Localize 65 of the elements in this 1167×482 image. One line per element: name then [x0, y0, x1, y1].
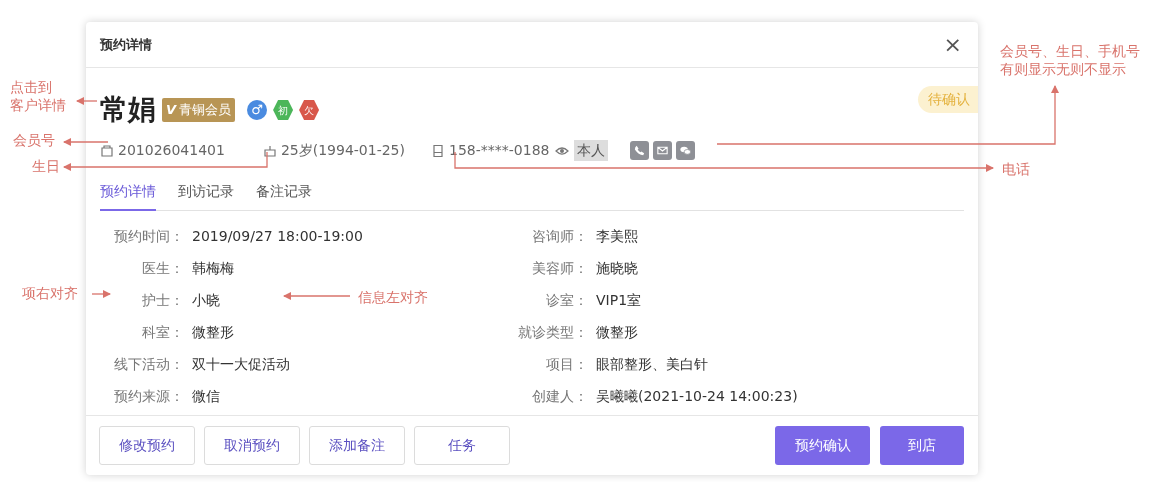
field-label: 创建人：	[531, 386, 588, 406]
tab[interactable]: 到访记录	[178, 177, 234, 211]
mail-button[interactable]	[653, 141, 673, 160]
field-value: VIP1室	[596, 290, 642, 310]
field-value: 吴曦曦(2021-10-24 14:00:23)	[596, 386, 798, 406]
primary-button[interactable]: 预约确认	[775, 426, 870, 465]
member-number: 201026041401	[118, 141, 225, 160]
dialog-title: 预约详情	[100, 35, 152, 54]
field-label: 预约来源：	[114, 386, 184, 406]
action-button[interactable]: 添加备注	[309, 426, 405, 465]
chat-button[interactable]	[676, 141, 696, 160]
birthday-text: 25岁(1994-01-25)	[280, 141, 405, 160]
chat-icon	[679, 144, 693, 157]
leader-line	[63, 138, 109, 146]
annotation-note: 生日	[32, 157, 60, 176]
field-value: 韩梅梅	[192, 258, 234, 278]
annotation-note: 项右对齐	[22, 284, 78, 303]
annotation-note: 会员号	[13, 131, 55, 150]
leader-line	[91, 290, 111, 298]
call-button[interactable]	[630, 141, 650, 160]
action-button[interactable]: 任务	[414, 426, 510, 465]
status-tag: 欠	[299, 100, 320, 120]
field-label: 咨询师：	[531, 226, 588, 246]
field-label: 预约时间：	[114, 226, 184, 246]
status-badge: 待确认	[918, 86, 978, 113]
field-label: 诊室：	[545, 290, 588, 310]
identity-badge: 本人	[574, 140, 609, 161]
field-value: 小晓	[192, 290, 220, 310]
field-value: 李美熙	[596, 226, 638, 246]
member-level-badge: V 青铜会员	[162, 98, 236, 122]
phone-number: 158-****-0188	[449, 141, 550, 160]
tab[interactable]: 预约详情	[100, 177, 156, 211]
annotation-note: 点击到 客户详情	[10, 78, 66, 115]
field-value: 微整形	[192, 322, 234, 342]
customer-name[interactable]: 常娟	[100, 96, 156, 124]
action-button[interactable]: 取消预约	[204, 426, 300, 465]
status-tag: 初	[273, 100, 294, 120]
field-value: 微整形	[596, 322, 638, 342]
primary-button[interactable]: 到店	[880, 426, 964, 465]
field-label: 护士：	[141, 290, 184, 310]
leader-line	[283, 292, 351, 300]
phone-icon	[431, 143, 445, 158]
annotation-note: 信息左对齐	[358, 288, 428, 307]
field-value: 眼部整形、美白针	[596, 354, 708, 374]
field-value: 微信	[192, 386, 220, 406]
field-value: 施晓晓	[596, 258, 638, 278]
field-value: 2019/09/27 18:00-19:00	[192, 226, 363, 246]
field-label: 科室：	[141, 322, 184, 342]
gender-badge: ♂	[247, 100, 268, 120]
field-value: 双十一大促活动	[192, 354, 290, 374]
mail-icon	[656, 144, 670, 157]
annotation-note: 会员号、生日、手机号 有则显示无则不显示	[1000, 42, 1140, 79]
bag-icon	[100, 143, 114, 158]
call-icon	[633, 144, 647, 157]
field-label: 美容师：	[531, 258, 588, 278]
close-button[interactable]: ×	[939, 33, 966, 56]
field-label: 项目：	[545, 354, 588, 374]
annotation-note: 电话	[1002, 160, 1030, 179]
leader-line	[76, 97, 98, 105]
field-label: 医生：	[141, 258, 184, 278]
field-label: 线下活动：	[114, 354, 184, 374]
action-button[interactable]: 修改预约	[99, 426, 195, 465]
tab[interactable]: 备注记录	[256, 177, 312, 211]
field-label: 就诊类型：	[518, 322, 588, 342]
cake-icon	[262, 143, 277, 158]
